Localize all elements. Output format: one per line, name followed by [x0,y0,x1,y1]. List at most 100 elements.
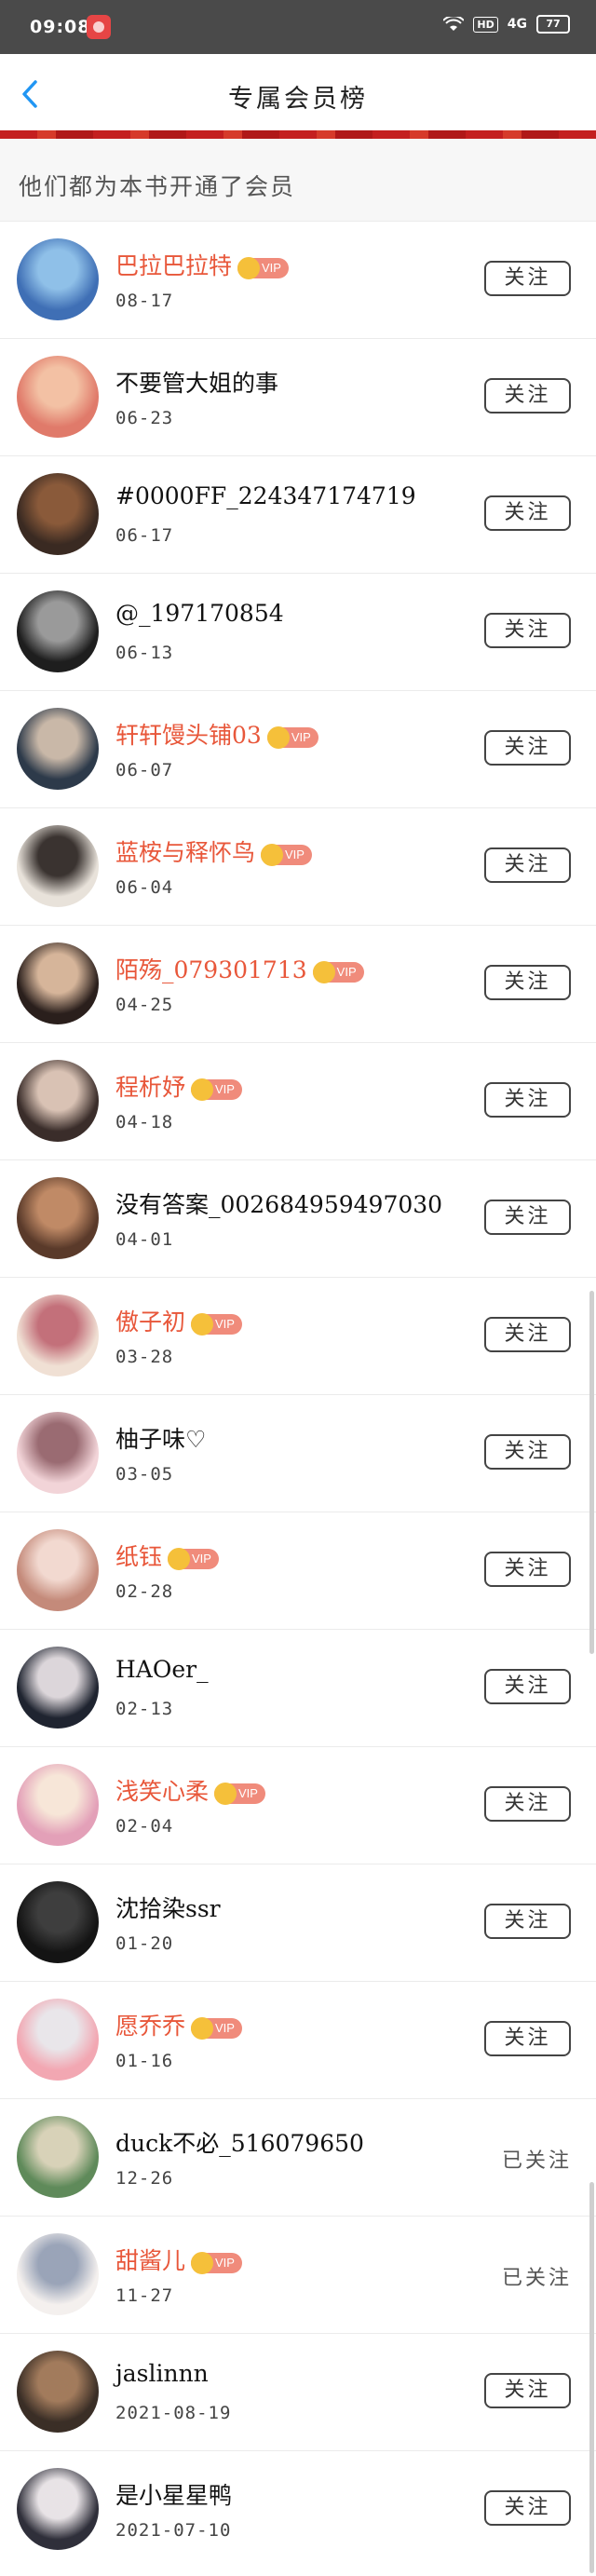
member-name[interactable]: 纸钰 VIP [115,1539,219,1572]
member-name-text: 巴拉巴拉特 [115,252,233,279]
member-row[interactable]: 沈拾染ssr 01-20 关注 [0,1864,596,1981]
member-row[interactable]: HAOer_ 02-13 关注 [0,1629,596,1746]
follow-button[interactable]: 关注 [484,1317,571,1352]
member-date: 06-04 [115,877,174,898]
member-row[interactable]: 傲子初 VIP 03-28 关注 [0,1277,596,1394]
member-name[interactable]: 没有答案_002684959497030 [115,1186,442,1220]
member-row[interactable]: 不要管大姐的事 06-23 关注 [0,338,596,455]
member-date: 06-07 [115,760,174,780]
avatar[interactable] [17,238,99,320]
member-name[interactable]: HAOer_ [115,1656,209,1683]
status-time: 09:08 [30,17,91,37]
member-row[interactable]: 巴拉巴拉特 VIP 08-17 关注 [0,221,596,338]
member-name[interactable]: 程析妤 VIP [115,1069,242,1103]
member-name[interactable]: jaslinnn [115,2360,209,2387]
member-row[interactable]: 浅笑心柔 VIP 02-04 关注 [0,1746,596,1864]
avatar[interactable] [17,1881,99,1963]
follow-button[interactable]: 关注 [484,965,571,1000]
avatar-image [17,1764,99,1846]
avatar[interactable] [17,473,99,555]
follow-button[interactable]: 关注 [484,1786,571,1822]
member-name[interactable]: #0000FF_224347174719 [115,482,416,509]
member-row[interactable]: 愿乔乔 VIP 01-16 关注 [0,1981,596,2098]
follow-button[interactable]: 关注 [484,1434,571,1470]
member-row[interactable]: duck不必_516079650 12-26 已关注 [0,2098,596,2216]
member-name[interactable]: 不要管大姐的事 [115,365,278,399]
member-row[interactable]: 陌殇_079301713 VIP 04-25 关注 [0,925,596,1042]
scrollbar[interactable] [589,1291,594,1654]
vip-badge: VIP [237,256,289,279]
member-row[interactable]: 甜酱儿 VIP 11-27 已关注 [0,2216,596,2333]
avatar-image [17,1999,99,2081]
member-row[interactable]: 纸钰 VIP 02-28 关注 [0,1512,596,1629]
member-name[interactable]: 浅笑心柔 VIP [115,1773,265,1807]
follow-button[interactable]: 关注 [484,2021,571,2056]
scrollbar-lower[interactable] [589,2182,594,2573]
follow-button[interactable]: 关注 [484,1904,571,1939]
followed-status[interactable]: 已关注 [502,2261,572,2291]
member-date: 01-20 [115,1933,174,1954]
followed-status[interactable]: 已关注 [502,2144,572,2174]
member-row[interactable]: 蓝桉与释怀鸟 VIP 06-04 关注 [0,807,596,925]
avatar[interactable] [17,825,99,907]
avatar[interactable] [17,942,99,1024]
follow-button[interactable]: 关注 [484,2373,571,2408]
avatar[interactable] [17,2351,99,2433]
member-row[interactable]: #0000FF_224347174719 06-17 关注 [0,455,596,573]
avatar[interactable] [17,1999,99,2081]
member-name[interactable]: 陌殇_079301713 VIP [115,952,364,985]
follow-button[interactable]: 关注 [484,2490,571,2526]
avatar[interactable] [17,1412,99,1494]
avatar[interactable] [17,1764,99,1846]
avatar[interactable] [17,356,99,438]
member-date: 04-25 [115,995,174,1015]
member-name[interactable]: 沈拾染ssr [115,1891,221,1924]
member-row[interactable]: 柚子味♡ 03-05 关注 [0,1394,596,1512]
member-name-text: 陌殇_079301713 [115,956,307,983]
follow-button[interactable]: 关注 [484,1200,571,1235]
avatar[interactable] [17,2468,99,2550]
avatar[interactable] [17,1295,99,1376]
member-row[interactable]: 轩轩馒头铺03 VIP 06-07 关注 [0,690,596,807]
member-row[interactable]: 程析妤 VIP 04-18 关注 [0,1042,596,1159]
member-name[interactable]: 柚子味♡ [115,1421,206,1455]
follow-button[interactable]: 关注 [484,1082,571,1118]
hd-badge: HD [473,16,498,33]
avatar-image [17,1177,99,1259]
decorative-banner [0,130,596,139]
follow-button[interactable]: 关注 [484,1669,571,1704]
member-name[interactable]: 巴拉巴拉特 VIP [115,248,289,281]
avatar[interactable] [17,2116,99,2198]
member-name[interactable]: 傲子初 VIP [115,1304,242,1337]
member-row[interactable]: 没有答案_002684959497030 04-01 关注 [0,1159,596,1277]
follow-button[interactable]: 关注 [484,378,571,414]
member-row[interactable]: @_197170854 06-13 关注 [0,573,596,690]
member-date: 04-18 [115,1112,174,1132]
member-name[interactable]: @_197170854 [115,600,284,627]
avatar[interactable] [17,708,99,790]
avatar[interactable] [17,1647,99,1729]
avatar[interactable] [17,1529,99,1611]
member-name[interactable]: 是小星星鸭 [115,2477,232,2511]
avatar[interactable] [17,2233,99,2315]
member-name-text: 轩轩馒头铺03 [115,722,262,749]
avatar[interactable] [17,590,99,672]
member-name[interactable]: 甜酱儿 VIP [115,2243,242,2276]
follow-button[interactable]: 关注 [484,1552,571,1587]
member-name[interactable]: duck不必_516079650 [115,2125,364,2159]
follow-button[interactable]: 关注 [484,847,571,883]
member-date: 2021-08-19 [115,2403,232,2423]
follow-button[interactable]: 关注 [484,730,571,766]
member-row[interactable]: 是小星星鸭 2021-07-10 关注 [0,2450,596,2568]
member-date: 08-17 [115,291,174,311]
follow-button[interactable]: 关注 [484,495,571,531]
avatar[interactable] [17,1060,99,1142]
avatar[interactable] [17,1177,99,1259]
follow-button[interactable]: 关注 [484,613,571,648]
member-row[interactable]: jaslinnn 2021-08-19 关注 [0,2333,596,2450]
member-name[interactable]: 蓝桉与释怀鸟 VIP [115,834,312,868]
member-name[interactable]: 轩轩馒头铺03 VIP [115,717,318,751]
follow-button[interactable]: 关注 [484,261,571,296]
avatar-image [17,1529,99,1611]
member-name[interactable]: 愿乔乔 VIP [115,2008,242,2041]
